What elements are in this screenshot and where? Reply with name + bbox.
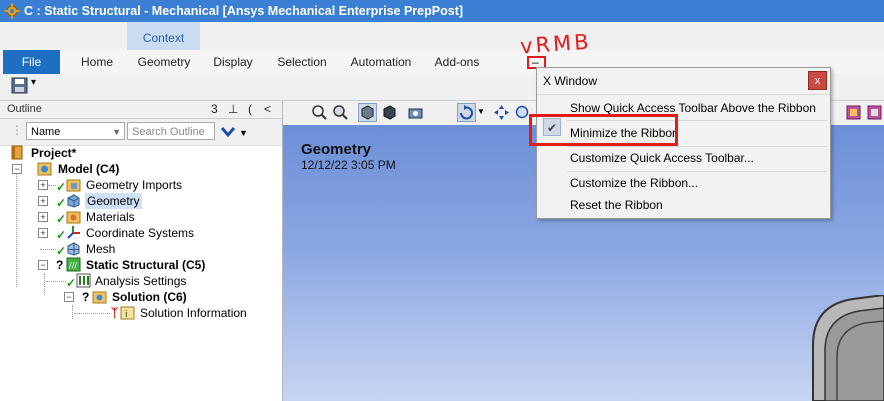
toolbar-tool-b-icon[interactable]	[866, 104, 883, 121]
tree-item-project[interactable]: Project*	[10, 145, 270, 161]
context-menu-header: X Window	[543, 74, 598, 88]
menu-item-customize-ribbon[interactable]: Customize the Ribbon...	[570, 174, 698, 192]
expand-icon[interactable]: +	[38, 212, 48, 222]
shaded-cube-icon[interactable]	[358, 103, 377, 122]
outline-control-a[interactable]: 3	[211, 102, 218, 116]
materials-icon	[66, 211, 81, 224]
tree-item-solution[interactable]: − ? Solution (C6)	[62, 289, 282, 305]
project-book-icon	[11, 145, 23, 160]
filter-type-value: Name	[31, 126, 61, 138]
wireframe-cube-icon[interactable]	[381, 104, 398, 121]
question-status-icon: ?	[82, 290, 90, 304]
geometry-imports-icon	[66, 179, 81, 192]
coordinate-axes-icon	[67, 226, 80, 239]
viewport-title: Geometry	[301, 141, 372, 158]
expand-chevron-icon[interactable]	[220, 126, 236, 138]
pan-icon[interactable]	[493, 104, 510, 121]
viewport-date: 12/12/22 3:05 PM	[301, 158, 396, 172]
qat-dropdown-icon[interactable]: ▾	[31, 77, 36, 88]
tree-item-geometry[interactable]: + ✓ Geometry	[36, 193, 276, 210]
tree-item-mesh[interactable]: ✓ Mesh	[36, 241, 276, 258]
tree-item-solution-information[interactable]: ᛉ i Solution Information	[74, 305, 282, 321]
menu-divider	[567, 171, 827, 172]
tree-item-analysis-settings[interactable]: ✓ Analysis Settings	[46, 273, 282, 290]
analysis-settings-icon	[76, 273, 91, 288]
outline-header: Outline 3 ⊥ ( <	[0, 101, 282, 119]
toolbar-tool-a-icon[interactable]	[845, 104, 862, 121]
outline-filter-bar: ⋮ Name ▼ Search Outline ▼	[0, 119, 282, 146]
pin-icon[interactable]: ⊥	[228, 102, 238, 116]
outline-panel: Outline 3 ⊥ ( < ⋮ Name ▼ Search Outline …	[0, 101, 283, 401]
collapse-icon[interactable]: −	[64, 292, 74, 302]
tree-item-materials[interactable]: + ✓ Materials	[36, 209, 276, 226]
tree-item-geometry-imports[interactable]: + ✓ Geometry Imports	[36, 177, 276, 194]
search-outline-input[interactable]: Search Outline	[127, 122, 215, 140]
zoom-box-icon[interactable]	[311, 104, 328, 121]
tab-file[interactable]: File	[3, 50, 60, 74]
static-structural-icon: ///	[66, 257, 81, 272]
expand-icon[interactable]: +	[38, 180, 48, 190]
menu-divider	[567, 146, 827, 147]
svg-text:i: i	[125, 310, 128, 320]
filter-type-select[interactable]: Name ▼	[26, 122, 125, 140]
solution-icon	[92, 291, 107, 304]
outline-control-d[interactable]: <	[264, 102, 271, 116]
menu-item-customize-qat[interactable]: Customize Quick Access Toolbar...	[570, 149, 754, 167]
geometry-cube-icon	[67, 194, 80, 208]
outline-title: Outline	[7, 103, 42, 115]
expand-icon[interactable]: +	[38, 196, 48, 206]
menu-item-reset-ribbon[interactable]: Reset the Ribbon	[570, 196, 663, 214]
collapse-icon[interactable]: −	[38, 260, 48, 270]
title-bar: C : Static Structural - Mechanical [Ansy…	[0, 0, 884, 22]
tab-display[interactable]: Display	[207, 50, 259, 74]
tab-add-ons[interactable]: Add-ons	[430, 50, 484, 74]
model-icon	[37, 162, 52, 176]
context-tab-group[interactable]: Context	[127, 22, 200, 50]
lightning-status-icon: ᛉ	[111, 306, 119, 320]
rotate-icon[interactable]	[457, 103, 476, 122]
solution-information-icon: i	[120, 306, 135, 320]
expand-icon[interactable]: +	[38, 228, 48, 238]
tab-home[interactable]: Home	[74, 50, 120, 74]
outline-control-c[interactable]: (	[248, 102, 252, 116]
filter-dropdown-icon[interactable]: ▼	[239, 128, 248, 138]
tree-item-static-structural[interactable]: − ? /// Static Structural (C5)	[36, 257, 276, 273]
ansys-gear-icon	[4, 3, 20, 19]
tree-item-model[interactable]: − Model (C4)	[10, 161, 270, 177]
search-outline-placeholder: Search Outline	[132, 126, 205, 138]
tree-item-coordinate-systems[interactable]: + ✓ Coordinate Systems	[36, 225, 276, 242]
tab-selection[interactable]: Selection	[273, 50, 331, 74]
grip-icon: ⋮	[11, 123, 23, 137]
handwritten-annotation: vRMB	[519, 29, 593, 59]
rotate-dropdown-icon[interactable]: ▼	[477, 107, 485, 116]
save-icon[interactable]	[11, 77, 28, 94]
chevron-down-icon: ▼	[112, 127, 121, 137]
outline-tree: Project* − Model (C4) + ✓ Geometry Impor…	[0, 145, 282, 401]
geometry-model-shape[interactable]	[793, 295, 884, 401]
collapse-icon[interactable]: −	[12, 164, 22, 174]
tab-automation[interactable]: Automation	[346, 50, 416, 74]
highlight-minimize-ribbon	[529, 114, 678, 146]
question-status-icon: ?	[56, 258, 64, 272]
menu-divider	[537, 94, 830, 95]
window-title: C : Static Structural - Mechanical [Ansy…	[24, 4, 464, 18]
zoom-fit-icon[interactable]	[332, 104, 349, 121]
tab-geometry[interactable]: Geometry	[134, 50, 194, 74]
close-button[interactable]: x	[808, 71, 827, 90]
camera-icon[interactable]	[407, 104, 424, 121]
svg-text:///: ///	[69, 261, 77, 270]
mesh-icon	[67, 242, 80, 256]
